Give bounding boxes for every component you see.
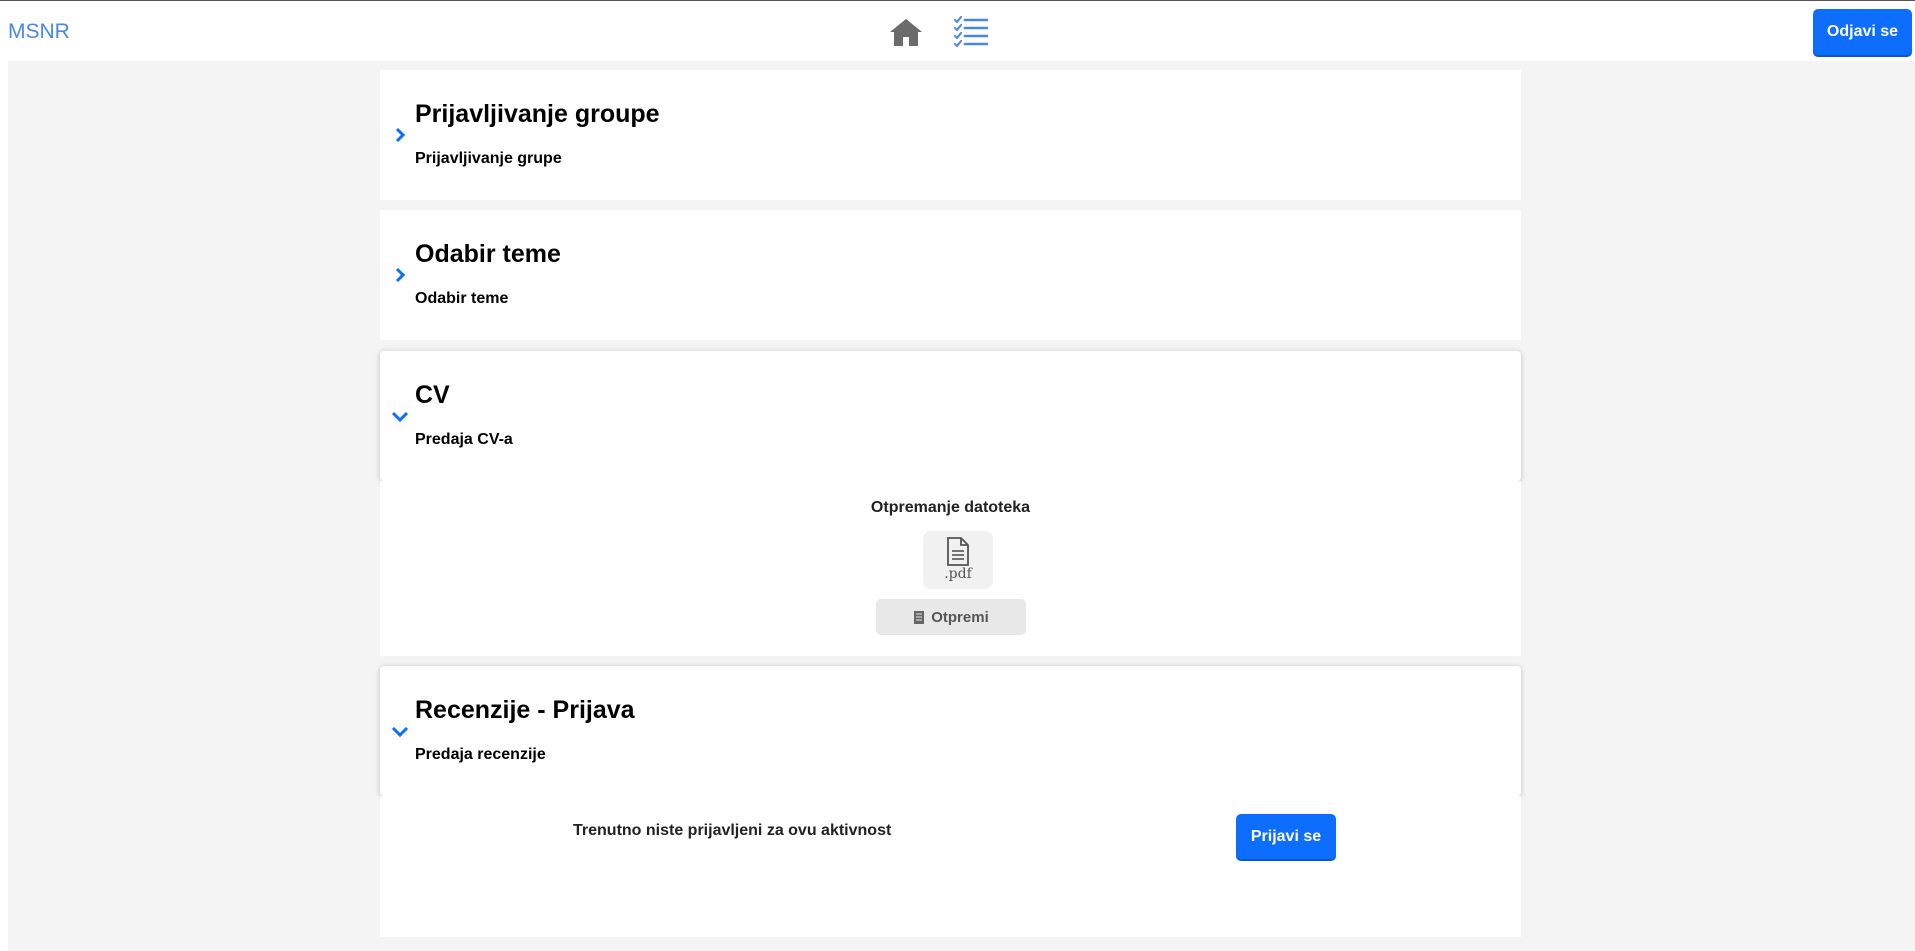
activity-title: CV <box>415 381 450 409</box>
chevron-right-icon[interactable] <box>391 266 409 284</box>
activity-subtitle: Predaja CV-a <box>415 431 513 448</box>
activity-card-group-signup[interactable]: Prijavljivanje groupe Prijavljivanje gru… <box>380 70 1521 200</box>
top-navbar: MSNR Odjavi se <box>0 0 1915 61</box>
main-content: Prijavljivanje groupe Prijavljivanje gru… <box>8 61 1915 951</box>
chevron-down-icon[interactable] <box>391 722 409 740</box>
activity-subtitle: Odabir teme <box>415 290 509 307</box>
chevron-right-icon[interactable] <box>391 126 409 144</box>
file-icon <box>947 537 969 566</box>
logout-button[interactable]: Odjavi se <box>1813 9 1912 55</box>
activity-title: Recenzije - Prijava <box>415 696 635 724</box>
cv-upload-panel: Otpremanje datoteka .pdf Otpremi <box>380 481 1521 656</box>
upload-button-label: Otpremi <box>931 608 989 626</box>
activity-title: Odabir teme <box>415 240 561 268</box>
nav-icons <box>888 13 989 51</box>
review-signup-panel: Trenutno niste prijavljeni za ovu aktivn… <box>380 796 1521 937</box>
file-preview: .pdf <box>923 531 993 589</box>
upload-title: Otpremanje datoteka <box>870 499 1031 516</box>
signup-button[interactable]: Prijavi se <box>1236 814 1336 859</box>
activity-card-topic-selection[interactable]: Odabir teme Odabir teme <box>380 210 1521 340</box>
file-extension: .pdf <box>944 566 972 582</box>
activity-card-cv[interactable]: CV Predaja CV-a <box>380 351 1521 481</box>
activity-title: Prijavljivanje groupe <box>415 100 660 128</box>
upload-button[interactable]: Otpremi <box>876 599 1026 635</box>
chevron-down-icon[interactable] <box>391 407 409 425</box>
home-icon[interactable] <box>888 14 924 50</box>
activity-card-reviews[interactable]: Recenzije - Prijava Predaja recenzije <box>380 666 1521 796</box>
document-icon <box>914 610 925 624</box>
activity-subtitle: Predaja recenzije <box>415 746 546 763</box>
status-text: Trenutno niste prijavljeni za ovu aktivn… <box>573 822 892 839</box>
checklist-icon[interactable] <box>953 14 989 50</box>
activity-subtitle: Prijavljivanje grupe <box>415 150 562 167</box>
brand-link[interactable]: MSNR <box>8 20 70 44</box>
